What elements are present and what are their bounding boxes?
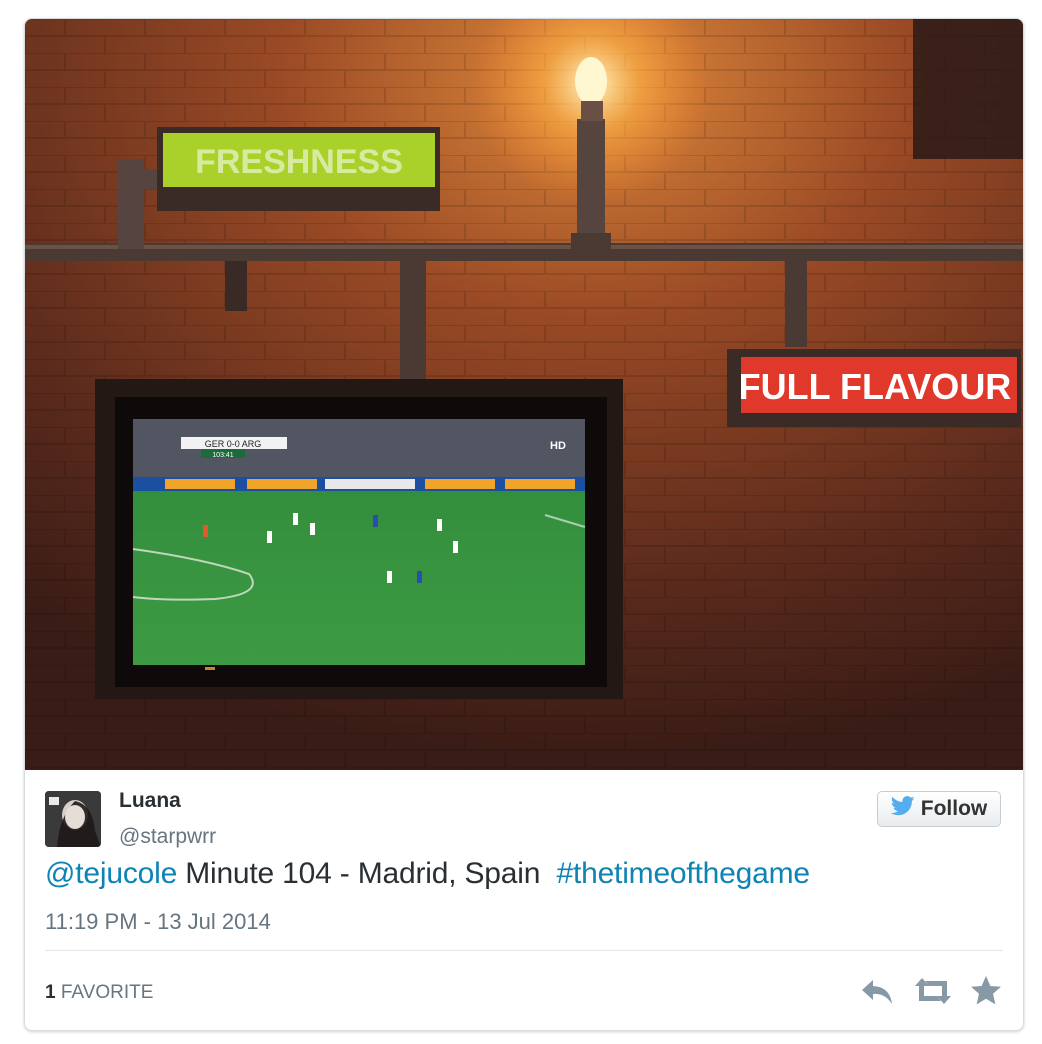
user-handle[interactable]: @starpwrr [119,825,216,849]
hashtag-link[interactable]: #thetimeofthegame [556,857,810,890]
tweet-actions [855,974,1005,1010]
favorite-count: 1 [45,982,56,1003]
sign-freshness: FRESHNESS [195,143,403,181]
avatar-photo-icon [45,791,101,847]
twitter-bird-icon [890,796,915,822]
mention-link[interactable]: @tejucole [45,857,177,890]
divider [45,950,1003,951]
favorite-label: FAVORITE [60,982,154,1003]
tweet-card: FRESHNESS FULL FLAVOUR GER 0-0 ARG 103:4… [24,18,1024,1031]
reply-icon[interactable] [859,974,895,1013]
tv-score: GER 0-0 ARG [205,439,262,449]
retweet-icon[interactable] [911,974,955,1013]
tweet-body: Minute 104 - Madrid, Spain [177,857,557,890]
follow-button[interactable]: Follow [877,791,1001,827]
favorite-stats[interactable]: 1 FAVORITE [45,982,153,1004]
tweet-photo[interactable]: FRESHNESS FULL FLAVOUR GER 0-0 ARG 103:4… [25,19,1023,770]
tweet-timestamp[interactable]: 11:19 PM - 13 Jul 2014 [45,909,271,935]
avatar[interactable] [45,791,101,847]
star-icon[interactable] [969,974,1003,1013]
tv-channel: HD [550,440,566,452]
sign-full-flavour: FULL FLAVOUR [739,366,1012,407]
user-name[interactable]: Luana [119,789,181,813]
follow-label: Follow [920,797,988,820]
tv-clock: 103:41 [212,452,234,459]
tweet-text: @tejucole Minute 104 - Madrid, Spain #th… [45,857,810,891]
